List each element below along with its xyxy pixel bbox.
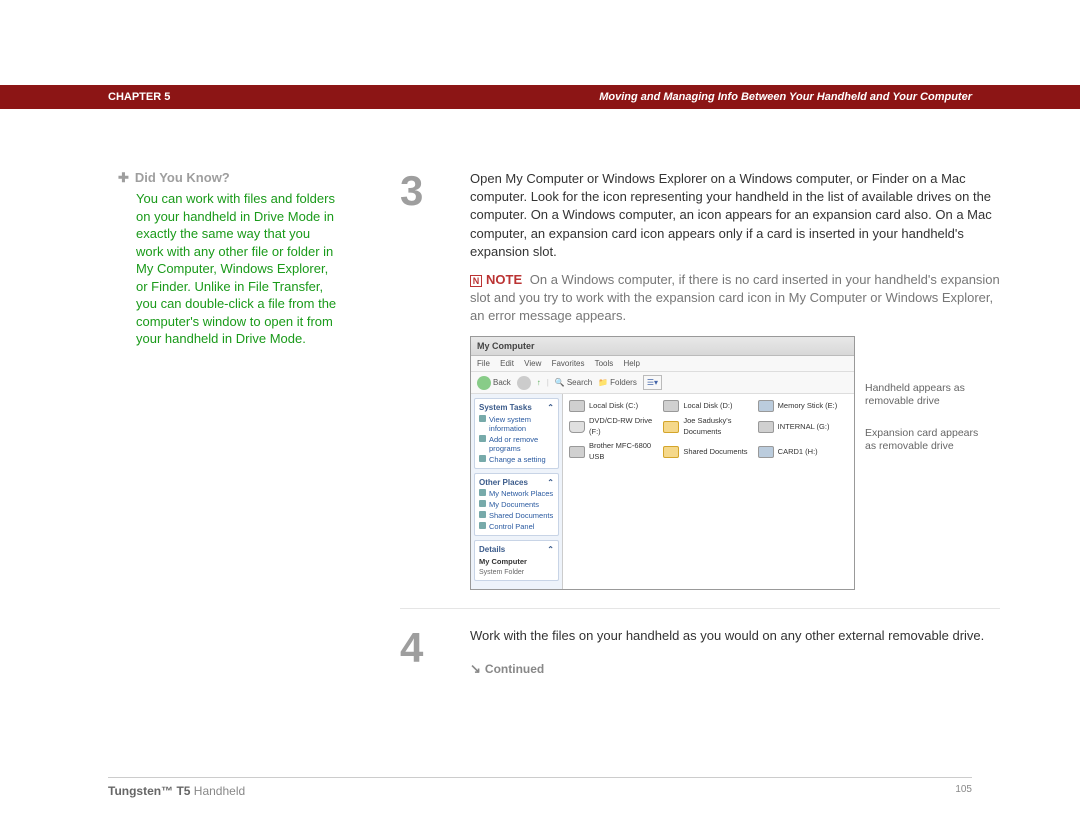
step-4: 4 Work with the files on your handheld a… bbox=[400, 627, 1000, 695]
note-block: N NOTE On a Windows computer, if there is… bbox=[470, 271, 1000, 326]
panel-link[interactable]: Shared Documents bbox=[479, 510, 554, 521]
screenshot-row: My Computer File Edit View Favorites Too… bbox=[470, 336, 1000, 591]
collapse-icon[interactable]: ⌃ bbox=[547, 402, 554, 413]
window-titlebar: My Computer bbox=[471, 337, 854, 357]
did-you-know-header: ✚ Did You Know? bbox=[118, 170, 338, 186]
sidebar-tip: ✚ Did You Know? You can work with files a… bbox=[118, 170, 338, 348]
drive-grid: Local Disk (C:) Local Disk (D:) Memory S… bbox=[563, 394, 854, 589]
memory-stick-icon bbox=[758, 400, 774, 412]
folder-icon bbox=[663, 421, 679, 433]
window-main: System Tasks⌃ View system information Ad… bbox=[471, 394, 854, 589]
forward-button[interactable] bbox=[517, 376, 531, 390]
panel-link[interactable]: Add or remove programs bbox=[479, 434, 554, 454]
drive-item[interactable]: Brother MFC-6800 USB bbox=[569, 441, 659, 462]
menu-item[interactable]: Edit bbox=[500, 359, 514, 368]
drive-item[interactable]: DVD/CD-RW Drive (F:) bbox=[569, 416, 659, 437]
my-computer-window: My Computer File Edit View Favorites Too… bbox=[470, 336, 855, 591]
panel-link[interactable]: My Network Places bbox=[479, 488, 554, 499]
step-body: Work with the files on your handheld as … bbox=[470, 627, 1000, 677]
step-text: Open My Computer or Windows Explorer on … bbox=[470, 170, 1000, 261]
search-button[interactable]: 🔍Search bbox=[555, 377, 592, 388]
step-body: Open My Computer or Windows Explorer on … bbox=[470, 170, 1000, 590]
drive-item[interactable]: INTERNAL (G:) bbox=[758, 416, 848, 437]
menu-item[interactable]: File bbox=[477, 359, 490, 368]
printer-icon bbox=[569, 446, 585, 458]
panel-link[interactable]: View system information bbox=[479, 414, 554, 434]
menu-item[interactable]: Help bbox=[624, 359, 640, 368]
collapse-icon[interactable]: ⌃ bbox=[547, 477, 554, 488]
plus-icon: ✚ bbox=[118, 170, 129, 185]
drive-item[interactable]: Local Disk (C:) bbox=[569, 400, 659, 412]
drive-item[interactable]: Joe Sadusky's Documents bbox=[663, 416, 753, 437]
panel-details: Details⌃ My Computer System Folder bbox=[474, 540, 559, 581]
page-footer: Tungsten™ T5 Handheld 105 bbox=[108, 777, 972, 798]
continued-marker: ↘ Continued bbox=[470, 660, 1000, 678]
drive-item[interactable]: Memory Stick (E:) bbox=[758, 400, 848, 412]
window-menubar: File Edit View Favorites Tools Help bbox=[471, 356, 854, 372]
note-icon: N bbox=[470, 275, 482, 287]
step-text: Work with the files on your handheld as … bbox=[470, 627, 1000, 645]
continued-label: Continued bbox=[485, 662, 544, 676]
page-number: 105 bbox=[955, 784, 972, 798]
product-label: Tungsten™ T5 Handheld bbox=[108, 784, 245, 798]
note-text: On a Windows computer, if there is no ca… bbox=[470, 272, 1000, 323]
continued-arrow-icon: ↘ bbox=[470, 660, 481, 678]
did-you-know-body: You can work with files and folders on y… bbox=[118, 190, 338, 348]
hdd-icon bbox=[569, 400, 585, 412]
removable-icon bbox=[758, 421, 774, 433]
drive-item[interactable]: Shared Documents bbox=[663, 441, 753, 462]
panel-link[interactable]: Control Panel bbox=[479, 521, 554, 532]
step-number: 4 bbox=[400, 627, 470, 677]
menu-item[interactable]: Tools bbox=[595, 359, 614, 368]
drive-item[interactable]: Local Disk (D:) bbox=[663, 400, 753, 412]
callout-expansion: Expansion card appears as removable driv… bbox=[865, 427, 985, 454]
folder-icon bbox=[663, 446, 679, 458]
note-label: NOTE bbox=[486, 272, 522, 287]
step-number: 3 bbox=[400, 170, 470, 590]
chapter-header: CHAPTER 5 Moving and Managing Info Betwe… bbox=[0, 85, 1080, 109]
back-button[interactable]: Back bbox=[477, 376, 511, 390]
folders-button[interactable]: 📁Folders bbox=[598, 377, 637, 388]
chapter-title: Moving and Managing Info Between Your Ha… bbox=[599, 91, 972, 103]
dvd-icon bbox=[569, 421, 585, 433]
step-3: 3 Open My Computer or Windows Explorer o… bbox=[400, 170, 1000, 609]
explorer-sidebar: System Tasks⌃ View system information Ad… bbox=[471, 394, 563, 589]
window-title: My Computer bbox=[477, 341, 535, 351]
menu-item[interactable]: Favorites bbox=[552, 359, 585, 368]
drive-item[interactable]: CARD1 (H:) bbox=[758, 441, 848, 462]
card-icon bbox=[758, 446, 774, 458]
panel-other-places: Other Places⌃ My Network Places My Docum… bbox=[474, 473, 559, 536]
chapter-label: CHAPTER 5 bbox=[108, 91, 170, 103]
callouts-column: Handheld appears as removable drive Expa… bbox=[865, 336, 985, 591]
panel-link[interactable]: My Documents bbox=[479, 499, 554, 510]
collapse-icon[interactable]: ⌃ bbox=[547, 544, 554, 555]
up-icon[interactable]: ↑ bbox=[537, 377, 541, 388]
panel-system-tasks: System Tasks⌃ View system information Ad… bbox=[474, 398, 559, 468]
views-button[interactable]: ☰▾ bbox=[643, 375, 662, 390]
menu-item[interactable]: View bbox=[524, 359, 541, 368]
did-you-know-label: Did You Know? bbox=[135, 170, 230, 185]
callout-handheld: Handheld appears as removable drive bbox=[865, 382, 985, 409]
hdd-icon bbox=[663, 400, 679, 412]
window-toolbar: Back ↑ | 🔍Search 📁Folders ☰▾ bbox=[471, 372, 854, 394]
panel-link[interactable]: Change a setting bbox=[479, 454, 554, 465]
steps-column: 3 Open My Computer or Windows Explorer o… bbox=[400, 170, 1000, 714]
